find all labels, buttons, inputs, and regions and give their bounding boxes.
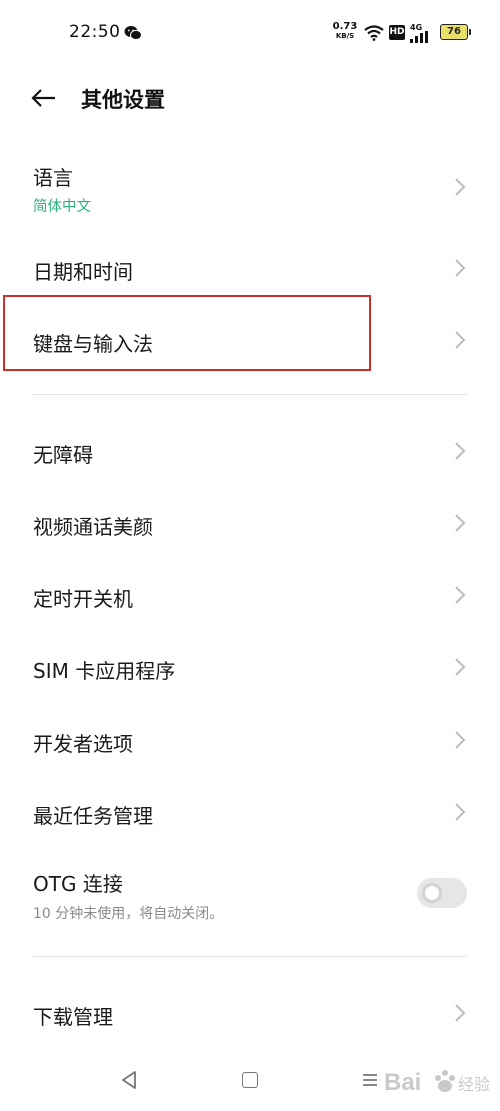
divider (33, 394, 467, 395)
nav-home-icon[interactable] (242, 1072, 258, 1088)
battery-level: 76 (447, 26, 461, 37)
settings-item-label: OTG 连接 (33, 872, 123, 896)
chevron-right-icon (455, 514, 466, 532)
settings-item-sim-toolkit[interactable]: SIM 卡应用程序 (0, 632, 500, 704)
back-button[interactable] (24, 78, 64, 118)
settings-item-label: 最近任务管理 (33, 804, 153, 828)
settings-item-label: 开发者选项 (33, 732, 133, 756)
svg-text:Bai: Bai (384, 1069, 421, 1096)
chevron-right-icon (455, 259, 466, 277)
chevron-right-icon (455, 586, 466, 604)
watermark-logo: Bai 经验 (384, 1069, 490, 1096)
highlight-box (3, 295, 371, 371)
settings-item-video-call-beauty[interactable]: 视频通话美颜 (0, 488, 500, 560)
settings-item-developer-options[interactable]: 开发者选项 (0, 705, 500, 777)
status-bar: 22:50 0.73 KB/S HD 4G 76 (0, 0, 500, 66)
settings-item-label: SIM 卡应用程序 (33, 659, 176, 683)
settings-item-label: 日期和时间 (33, 260, 133, 284)
settings-item-label: 语言 (33, 166, 73, 190)
settings-item-language[interactable]: 语言 简体中文 (0, 150, 500, 230)
settings-item-scheduled-power[interactable]: 定时开关机 (0, 560, 500, 632)
otg-toggle[interactable] (417, 878, 467, 908)
chevron-right-icon (455, 331, 466, 349)
settings-item-label: 无障碍 (33, 443, 93, 467)
nav-menu-icon[interactable] (362, 1072, 378, 1088)
page-title: 其他设置 (81, 88, 165, 112)
battery-icon: 76 (440, 24, 471, 40)
chevron-right-icon (455, 658, 466, 676)
settings-item-description: 10 分钟未使用，将自动关闭。 (33, 906, 224, 922)
settings-item-label: 视频通话美颜 (33, 515, 153, 539)
settings-item-date-time[interactable]: 日期和时间 (0, 232, 500, 304)
settings-item-accessibility[interactable]: 无障碍 (0, 416, 500, 488)
signal-icon (410, 31, 428, 43)
chevron-right-icon (455, 803, 466, 821)
hd-badge: HD (389, 25, 405, 40)
net-speed-value: 0.73 (332, 21, 358, 32)
settings-item-value: 简体中文 (33, 199, 91, 215)
net-speed: 0.73 KB/S (332, 22, 358, 41)
svg-text:经验: 经验 (458, 1075, 490, 1094)
status-time: 22:50 (69, 22, 121, 42)
toggle-knob (422, 883, 442, 903)
chevron-right-icon (455, 731, 466, 749)
page-header: 其他设置 (0, 66, 500, 132)
wifi-icon (364, 25, 384, 41)
settings-item-recent-tasks[interactable]: 最近任务管理 (0, 777, 500, 849)
chevron-right-icon (455, 178, 466, 196)
chevron-right-icon (455, 442, 466, 460)
net-speed-unit: KB/S (335, 32, 355, 40)
settings-item-label: 下载管理 (33, 1005, 113, 1029)
settings-item-download-manager[interactable]: 下载管理 (0, 978, 500, 1050)
nav-back-icon[interactable] (120, 1070, 138, 1090)
chevron-right-icon (455, 1004, 466, 1022)
wechat-icon (124, 26, 142, 41)
settings-item-label: 定时开关机 (33, 587, 133, 611)
divider (33, 956, 467, 957)
arrow-left-icon (31, 89, 55, 107)
